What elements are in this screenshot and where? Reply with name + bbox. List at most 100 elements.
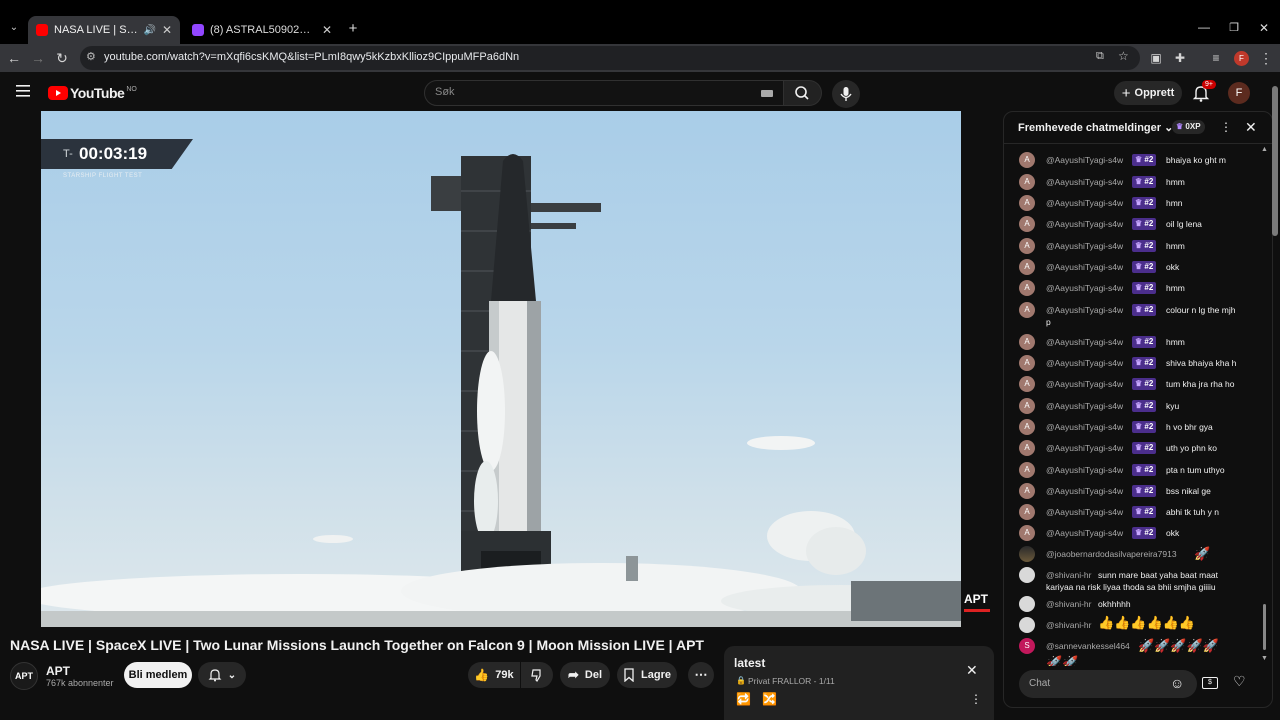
playlist-menu-icon[interactable]: ⋮ [970,692,982,706]
minimize-button[interactable]: — [1196,20,1212,36]
address-bar[interactable]: ⚙ youtube.com/watch?v=mXqfi6csKMQ&list=P… [80,46,1140,70]
search-input[interactable]: Søk [424,80,784,106]
chat-message[interactable]: A @AayushiTyagi-s4w ♛ #2 hmm [1004,280,1266,298]
profile-avatar[interactable]: F [1234,51,1249,66]
chat-avatar[interactable]: A [1019,174,1035,190]
chat-message[interactable]: A @AayushiTyagi-s4w ♛ #2 hmm [1004,238,1266,256]
heart-icon[interactable]: ♡ [1233,673,1246,690]
chat-author[interactable]: @shivani-hr [1046,599,1091,609]
chat-message[interactable]: A @AayushiTyagi-s4w ♛ #2 oil lg lena [1004,216,1266,234]
chat-avatar[interactable] [1019,596,1035,612]
channel-name[interactable]: APT [46,664,70,678]
media-control-icon[interactable]: ≡ [1206,48,1226,68]
chat-author[interactable]: @shivani-hr [1046,620,1091,630]
chat-author[interactable]: @AayushiTyagi-s4w [1046,443,1123,453]
chat-message[interactable]: S @sannevankessel464 🚀🚀🚀🚀🚀 🚀🚀 [1004,638,1266,666]
chat-close-icon[interactable]: ✕ [1245,119,1257,136]
chat-message[interactable]: A @AayushiTyagi-s4w ♛ #2 tum kha jra rha ho [1004,376,1266,394]
notifications-button[interactable]: 9+ [1192,80,1216,102]
chat-author[interactable]: @AayushiTyagi-s4w [1046,379,1123,389]
subscribe-notifications-button[interactable]: ⌄ [198,662,246,688]
chat-mode-dropdown[interactable]: Fremhevede chatmeldinger ⌄ [1018,121,1173,134]
new-tab-button[interactable]: + [344,20,362,38]
chat-author[interactable]: @AayushiTyagi-s4w [1046,198,1123,208]
tab-search-chevron-icon[interactable]: ⌄ [6,20,22,36]
chat-message[interactable]: A @AayushiTyagi-s4w ♛ #2 bhaiya ko ght m [1004,152,1266,170]
chat-avatar[interactable]: A [1019,238,1035,254]
speaker-icon[interactable]: 🔊 [143,25,155,36]
chat-message[interactable]: @joaobernardodasilvapereira7913 🚀 [1004,546,1266,564]
chat-author[interactable]: @AayushiTyagi-s4w [1046,337,1123,347]
chat-avatar[interactable]: A [1019,216,1035,232]
restore-button[interactable]: ❐ [1226,20,1242,36]
install-icon[interactable]: ⧉ [1096,50,1104,63]
site-info-icon[interactable]: ⚙ [86,50,96,63]
forward-icon[interactable]: → [28,48,48,68]
chat-avatar[interactable] [1019,617,1035,633]
close-window-button[interactable]: ✕ [1256,20,1272,36]
chat-author[interactable]: @AayushiTyagi-s4w [1046,283,1123,293]
tab-close-icon[interactable]: ✕ [162,23,172,37]
xp-badge[interactable]: ♛ 0XP [1172,120,1205,134]
page-scrollbar[interactable] [1272,86,1278,236]
chat-avatar[interactable]: A [1019,259,1035,275]
chat-message[interactable]: A @AayushiTyagi-s4w ♛ #2 okk [1004,259,1266,277]
extension-icon[interactable]: ▣ [1146,48,1166,68]
chat-message[interactable]: A @AayushiTyagi-s4w ♛ #2 uth yo phn ko [1004,440,1266,458]
account-avatar[interactable]: F [1228,82,1250,104]
chat-message[interactable]: A @AayushiTyagi-s4w ♛ #2 bss nikal ge [1004,483,1266,501]
chat-avatar[interactable]: A [1019,334,1035,350]
chat-author[interactable]: @AayushiTyagi-s4w [1046,219,1123,229]
chat-avatar[interactable]: A [1019,302,1035,318]
more-actions-button[interactable]: ⋯ [688,662,714,688]
chat-author[interactable]: @AayushiTyagi-s4w [1046,486,1123,496]
emoji-icon[interactable]: ☺ [1170,675,1184,691]
reload-icon[interactable]: ↻ [52,48,72,68]
tab-youtube[interactable]: NASA LIVE | SpaceX LIVE | T 🔊 ✕ [28,16,180,44]
chat-message[interactable]: A @AayushiTyagi-s4w ♛ #2 abhi tk tuh y n [1004,504,1266,522]
chat-message[interactable]: A @AayushiTyagi-s4w ♛ #2 hmn [1004,195,1266,213]
search-button[interactable] [784,80,822,106]
chat-message[interactable]: A @AayushiTyagi-s4w ♛ #2 kyu [1004,398,1266,416]
chat-message[interactable]: A @AayushiTyagi-s4w ♛ #2 colour n lg the mj… [1004,302,1266,330]
chat-author[interactable]: @joaobernardodasilvapereira7913 [1046,549,1177,559]
chat-author[interactable]: @AayushiTyagi-s4w [1046,422,1123,432]
chat-author[interactable]: @shivani-hr [1046,570,1091,580]
chat-message[interactable]: A @AayushiTyagi-s4w ♛ #2 h vo bhr gya [1004,419,1266,437]
chat-message[interactable]: A @AayushiTyagi-s4w ♛ #2 okk [1004,525,1266,543]
chat-avatar[interactable] [1019,567,1035,583]
chat-avatar[interactable]: A [1019,483,1035,499]
chat-avatar[interactable]: A [1019,280,1035,296]
chat-avatar[interactable]: A [1019,419,1035,435]
chat-message[interactable]: @shivani-hr okhhhhh [1004,596,1266,614]
chat-scrollbar-thumb[interactable] [1263,604,1266,650]
chat-message[interactable]: @shivani-hr sunn mare baat yaha baat maat… [1004,567,1266,595]
chat-avatar[interactable]: A [1019,462,1035,478]
chat-author[interactable]: @AayushiTyagi-s4w [1046,507,1123,517]
chat-avatar[interactable]: A [1019,398,1035,414]
chat-author[interactable]: @AayushiTyagi-s4w [1046,305,1123,315]
chat-avatar[interactable]: A [1019,504,1035,520]
create-button[interactable]: + Opprett [1114,81,1182,105]
chat-author[interactable]: @AayushiTyagi-s4w [1046,155,1123,165]
super-chat-icon[interactable]: $ [1202,677,1218,689]
back-icon[interactable]: ← [4,48,24,68]
shuffle-icon[interactable]: 🔀 [762,692,777,706]
chat-author[interactable]: @AayushiTyagi-s4w [1046,241,1123,251]
bookmark-star-icon[interactable]: ☆ [1118,49,1129,63]
chat-message[interactable]: A @AayushiTyagi-s4w ♛ #2 hmm [1004,174,1266,192]
chat-message[interactable]: A @AayushiTyagi-s4w ♛ #2 shiva bhaiya kha h [1004,355,1266,373]
chat-avatar[interactable]: A [1019,195,1035,211]
loop-icon[interactable]: 🔁 [736,692,751,706]
chat-author[interactable]: @AayushiTyagi-s4w [1046,465,1123,475]
channel-avatar[interactable]: APT [10,662,38,690]
chat-message[interactable]: A @AayushiTyagi-s4w ♛ #2 hmm [1004,334,1266,352]
chat-avatar[interactable]: A [1019,440,1035,456]
chat-avatar[interactable]: A [1019,376,1035,392]
save-button[interactable]: Lagre [617,662,677,688]
chat-avatar[interactable]: A [1019,152,1035,168]
playlist-close-icon[interactable]: ✕ [966,662,978,679]
chat-avatar[interactable] [1019,546,1035,562]
chat-author[interactable]: @AayushiTyagi-s4w [1046,358,1123,368]
chat-message[interactable]: A @AayushiTyagi-s4w ♛ #2 pta n tum uthyo [1004,462,1266,480]
